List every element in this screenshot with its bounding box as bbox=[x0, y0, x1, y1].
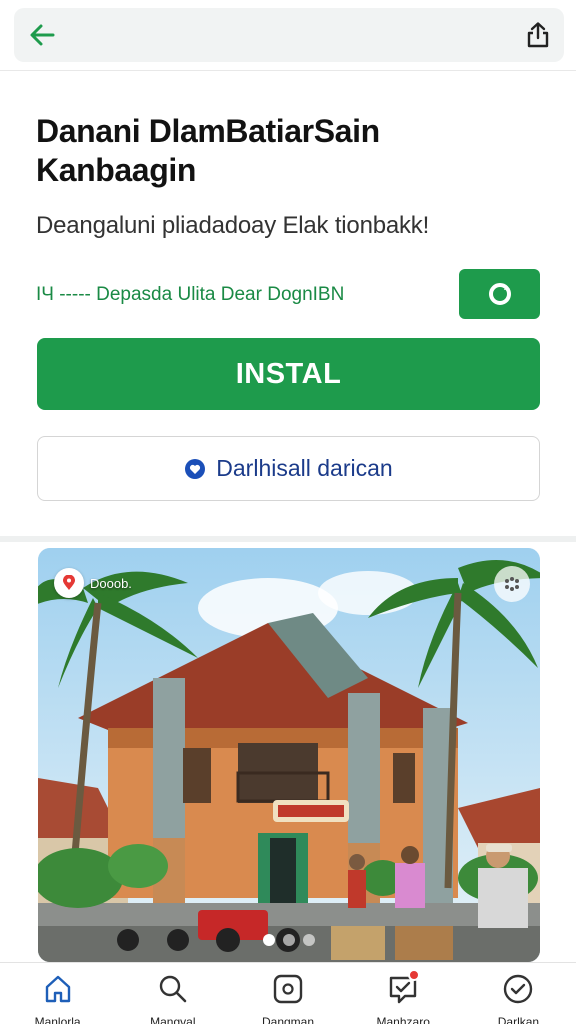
nav-label: Manhzaro bbox=[376, 1015, 430, 1024]
search-icon bbox=[156, 973, 190, 1005]
wishlist-button[interactable]: Darlhisall darican bbox=[37, 436, 540, 501]
updates-icon bbox=[386, 969, 421, 1005]
nav-item-profile[interactable]: Darlkan bbox=[461, 963, 576, 1024]
developer-link[interactable]: IЧ ----- Depasda Ulita Dear DognIBN bbox=[36, 284, 446, 306]
heart-icon bbox=[185, 458, 206, 479]
nav-label: Mangval bbox=[150, 1015, 196, 1024]
share-button[interactable] bbox=[520, 17, 556, 53]
app-screenshot-carousel[interactable]: Dooob. bbox=[38, 548, 540, 962]
profile-icon bbox=[501, 973, 535, 1005]
app-title: Danani DlamBatiarSain Kanbaagin bbox=[36, 113, 380, 189]
arrow-left-icon bbox=[30, 24, 55, 46]
location-label: Dooob. bbox=[90, 575, 132, 591]
nav-label: Darlkan bbox=[497, 1015, 540, 1024]
carousel-dot[interactable] bbox=[303, 934, 315, 946]
refresh-button[interactable] bbox=[459, 269, 540, 319]
apps-icon bbox=[271, 973, 305, 1005]
carousel-dot[interactable] bbox=[283, 934, 295, 946]
nav-item-apps[interactable]: Dangman bbox=[230, 963, 345, 1024]
nav-item-search[interactable]: Mangval bbox=[115, 963, 230, 1024]
refresh-icon bbox=[488, 283, 511, 305]
location-chip[interactable]: Dooob. bbox=[50, 568, 142, 598]
share-icon bbox=[527, 22, 549, 48]
carousel-indicator bbox=[38, 934, 540, 946]
nav-item-home[interactable]: Manlorla bbox=[0, 963, 115, 1024]
wishlist-label: Darlhisall darican bbox=[216, 455, 393, 481]
back-button[interactable] bbox=[24, 17, 60, 53]
header-divider bbox=[0, 70, 576, 71]
nav-label: Dangman bbox=[261, 1015, 315, 1024]
more-dots-button[interactable] bbox=[494, 566, 530, 602]
nav-label: Manlorla bbox=[34, 1015, 81, 1024]
nav-item-updates[interactable]: Manhzaro bbox=[346, 963, 461, 1024]
install-button[interactable]: INSTAL bbox=[37, 338, 540, 410]
app-subtitle: Deangaluni pliadadoay Elak tionbakk! bbox=[36, 212, 430, 239]
map-pin-icon bbox=[54, 568, 84, 598]
home-icon bbox=[41, 973, 75, 1005]
top-app-bar bbox=[14, 8, 564, 62]
more-dots-icon bbox=[505, 577, 519, 591]
section-divider bbox=[0, 536, 576, 542]
carousel-dot[interactable] bbox=[263, 934, 275, 946]
building-photo bbox=[38, 548, 540, 962]
bottom-navigation: Manlorla Mangval Dangman Manhzaro Darlka… bbox=[0, 962, 576, 1024]
